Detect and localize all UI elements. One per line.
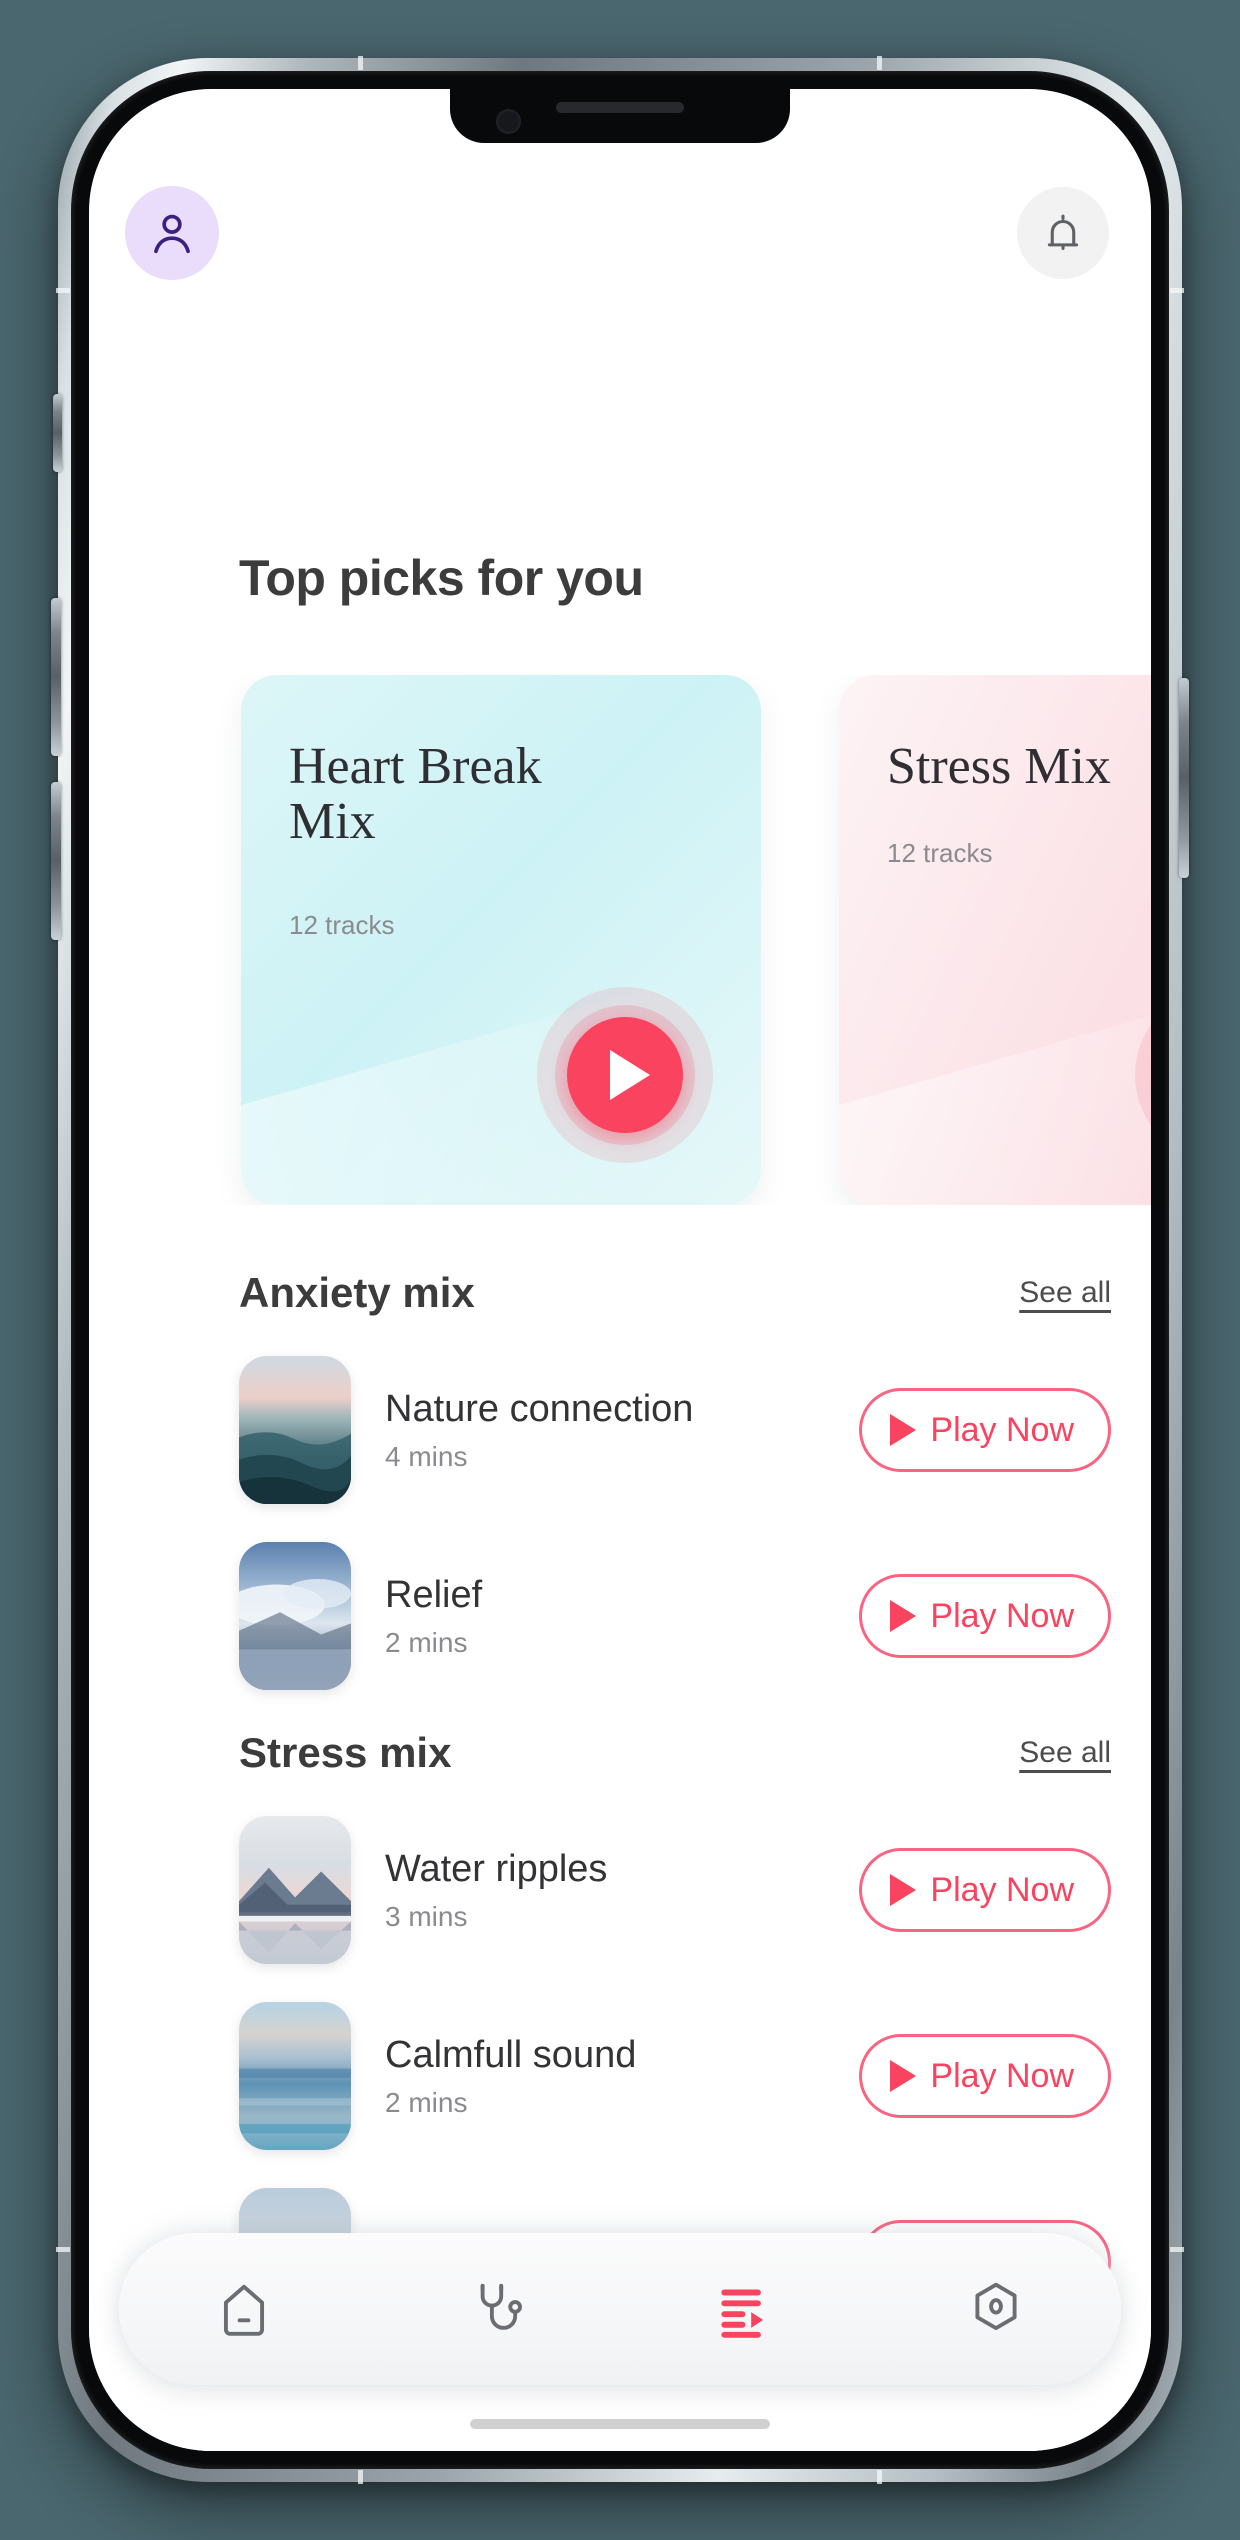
track-duration: 2 mins	[385, 2086, 468, 2118]
mix-card-tracks: 12 tracks	[887, 838, 993, 868]
track-name: Water ripples	[385, 1847, 608, 1890]
antenna-line	[1170, 2247, 1184, 2252]
play-now-label: Play Now	[930, 1870, 1074, 1909]
card-glare	[839, 928, 1151, 1205]
earpiece-speaker	[556, 102, 684, 113]
settings-hexagon-icon	[975, 2282, 1017, 2331]
antenna-line	[56, 288, 70, 293]
play-icon	[890, 2060, 917, 2092]
play-now-button[interactable]: Play Now	[859, 2034, 1111, 2118]
playlist-play-icon	[721, 2289, 764, 2338]
track-info: Relief 2 mins	[351, 1574, 859, 1659]
antenna-line	[877, 2470, 882, 2484]
app-header	[89, 183, 1151, 283]
track-row[interactable]: Nature connection 4 mins Play Now	[89, 1337, 1151, 1523]
track-name: Nature connection	[385, 1387, 694, 1430]
play-now-label: Play Now	[930, 1596, 1074, 1635]
stethoscope-icon	[480, 2283, 522, 2330]
section-header-stress-mix: Stress mix See all	[89, 1709, 1151, 1797]
play-ring-outer	[1135, 987, 1151, 1163]
notifications-button[interactable]	[1017, 187, 1109, 279]
calm-sea-art	[239, 2002, 351, 2150]
section-title: Stress mix	[239, 1729, 452, 1776]
track-artwork	[239, 1816, 351, 1964]
play-icon	[890, 1600, 917, 1632]
track-name: Calmfull sound	[385, 2033, 637, 2076]
sky-clouds-art	[239, 1542, 351, 1690]
mix-card[interactable]: Heart Break Mix 12 tracks	[241, 675, 761, 1205]
section-title: Anxiety mix	[239, 1269, 475, 1316]
ocean-waves-art	[239, 1356, 351, 1504]
power-button[interactable]	[1179, 678, 1189, 878]
play-icon	[890, 1874, 917, 1906]
play-now-button[interactable]: Play Now	[859, 1848, 1111, 1932]
notch	[450, 89, 790, 143]
mix-card-title: Heart Break Mix	[289, 738, 542, 851]
track-info: Calmfull sound 2 mins	[351, 2034, 859, 2119]
track-row[interactable]: Water ripples 3 mins Play Now	[89, 1797, 1151, 1983]
mix-card[interactable]: Stress Mix 12 tracks	[839, 675, 1151, 1205]
play-now-button[interactable]: Play Now	[859, 1574, 1111, 1658]
track-row[interactable]: Relief 2 mins Play Now	[89, 1523, 1151, 1709]
play-icon	[890, 1414, 917, 1446]
track-info: Water ripples 3 mins	[351, 1848, 859, 1933]
home-icon	[224, 2284, 265, 2336]
track-artwork	[239, 1542, 351, 1690]
see-all-link[interactable]: See all	[1019, 1276, 1111, 1310]
antenna-line	[1170, 288, 1184, 293]
front-camera	[496, 109, 521, 134]
mix-card-play-button[interactable]	[1135, 987, 1151, 1163]
antenna-line	[877, 56, 882, 70]
mix-cards-carousel[interactable]: Heart Break Mix 12 tracks Stress Mix 12 …	[89, 675, 1151, 1205]
track-info: Nature connection 4 mins	[351, 1388, 859, 1473]
play-now-label: Play Now	[930, 1410, 1074, 1449]
avatar[interactable]	[125, 186, 219, 280]
bell-icon	[1047, 214, 1079, 251]
track-name: Relief	[385, 1573, 483, 1616]
mix-card-title: Stress Mix	[887, 738, 1111, 795]
nav-item-playlist[interactable]	[685, 2249, 805, 2369]
play-now-button[interactable]: Play Now	[859, 1388, 1111, 1472]
section-header-anxiety-mix: Anxiety mix See all	[89, 1249, 1151, 1337]
bottom-navigation	[119, 2233, 1121, 2385]
phone-device: Top picks for you Heart Break Mix 12 tra…	[51, 56, 1189, 2484]
antenna-line	[56, 2247, 70, 2252]
silent-switch-button[interactable]	[53, 394, 62, 472]
track-row[interactable]: Calmfull sound 2 mins Play Now	[89, 1983, 1151, 2169]
play-icon	[609, 1050, 650, 1100]
home-indicator	[470, 2419, 770, 2429]
antenna-line	[358, 2470, 363, 2484]
play-now-label: Play Now	[930, 2056, 1074, 2095]
nav-item-settings[interactable]	[936, 2249, 1056, 2369]
track-duration: 4 mins	[385, 1440, 468, 1472]
mountain-lake-art	[239, 1816, 351, 1964]
track-artwork	[239, 2002, 351, 2150]
antenna-line	[358, 56, 363, 70]
see-all-link[interactable]: See all	[1019, 1736, 1111, 1770]
mix-card-tracks: 12 tracks	[289, 910, 395, 940]
track-duration: 3 mins	[385, 1900, 468, 1932]
person-avatar-icon	[154, 214, 190, 254]
app-content: Top picks for you Heart Break Mix 12 tra…	[89, 89, 1151, 2451]
page-title: Top picks for you	[239, 550, 644, 606]
play-button-core	[567, 1017, 683, 1133]
mix-card-play-button[interactable]	[537, 987, 713, 1163]
phone-screen: Top picks for you Heart Break Mix 12 tra…	[89, 89, 1151, 2451]
volume-down-button[interactable]	[51, 782, 61, 940]
nav-item-home[interactable]	[184, 2249, 304, 2369]
track-artwork	[239, 1356, 351, 1504]
nav-item-stethoscope[interactable]	[435, 2249, 555, 2369]
volume-up-button[interactable]	[51, 598, 61, 756]
track-duration: 2 mins	[385, 1626, 468, 1658]
